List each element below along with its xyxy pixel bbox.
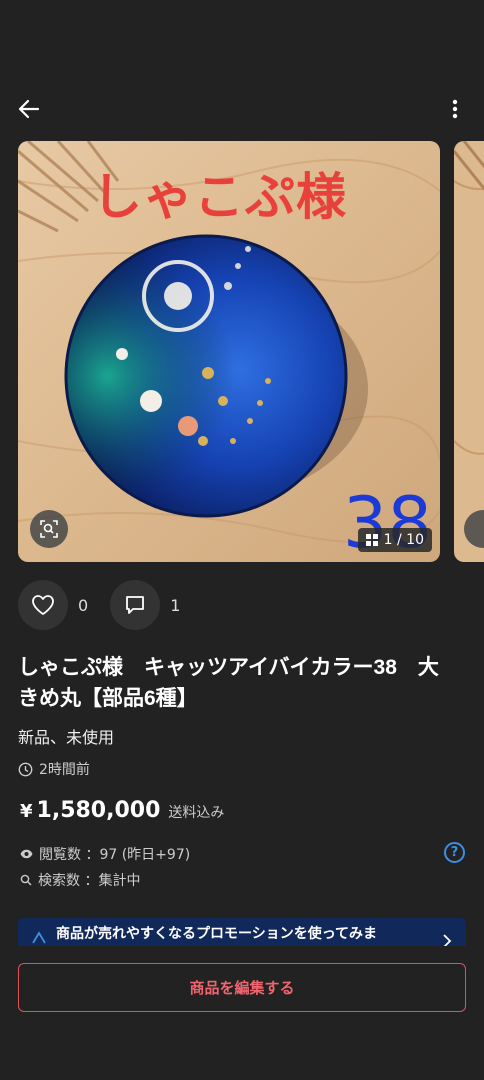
image-search-button[interactable] bbox=[30, 510, 68, 548]
search-icon bbox=[20, 874, 32, 886]
bottom-action-bar: 商品を編集する bbox=[0, 946, 484, 1080]
search-stat: 検索数 ：集計中 bbox=[20, 870, 140, 890]
edit-item-button[interactable]: 商品を編集する bbox=[18, 963, 466, 1012]
top-bar bbox=[0, 88, 484, 132]
social-actions: 0 1 bbox=[18, 580, 202, 630]
view-stat: 閲覧数 ：97 (昨日+97) bbox=[20, 844, 190, 864]
vertical-dots-icon bbox=[452, 99, 458, 119]
price-row: ¥ 1,580,000 送料込み bbox=[20, 798, 224, 823]
comment-icon bbox=[126, 596, 145, 614]
heart-icon bbox=[32, 595, 54, 615]
grid-icon bbox=[365, 534, 378, 546]
image-carousel[interactable]: しゃこぷ様 38 1 / 10 bbox=[0, 141, 484, 562]
help-button[interactable]: ? bbox=[444, 842, 465, 863]
item-condition: 新品、未使用 bbox=[18, 728, 115, 747]
eye-icon bbox=[20, 849, 33, 859]
comment-button[interactable] bbox=[110, 580, 161, 630]
posted-time: 2時間前 bbox=[18, 759, 90, 779]
product-photo[interactable]: しゃこぷ様 38 1 / 10 bbox=[18, 141, 440, 562]
photo-counter-text: 1 / 10 bbox=[383, 532, 424, 548]
promotion-text: 商品が売れやすくなるプロモーションを使ってみま bbox=[56, 926, 378, 942]
more-options-button[interactable] bbox=[440, 94, 470, 124]
next-photo-image bbox=[454, 141, 484, 562]
like-count: 0 bbox=[78, 595, 89, 615]
item-price: 1,580,000 bbox=[36, 798, 161, 823]
shipping-note: 送料込み bbox=[168, 805, 225, 821]
comment-count: 1 bbox=[170, 595, 181, 615]
photo-counter[interactable]: 1 / 10 bbox=[357, 528, 432, 552]
posted-time-text: 2時間前 bbox=[39, 762, 90, 778]
view-stat-text: 閲覧数 ：97 (昨日+97) bbox=[39, 847, 191, 863]
back-button[interactable] bbox=[14, 94, 44, 124]
image-search-icon bbox=[40, 520, 58, 538]
clock-icon bbox=[18, 762, 33, 776]
item-title: しゃこぷ様 キャッツアイバイカラー38 大きめ丸【部品6種】 bbox=[18, 656, 439, 710]
currency-symbol: ¥ bbox=[20, 801, 33, 822]
promotion-icon bbox=[32, 931, 46, 944]
next-product-photo[interactable] bbox=[454, 141, 484, 562]
search-stat-text: 検索数 ：集計中 bbox=[38, 873, 141, 889]
promotion-banner[interactable]: 商品が売れやすくなるプロモーションを使ってみま bbox=[18, 918, 466, 948]
photo-overlay-title: しゃこぷ様 bbox=[92, 168, 347, 226]
like-button[interactable] bbox=[18, 580, 68, 630]
arrow-left-icon bbox=[18, 99, 40, 119]
